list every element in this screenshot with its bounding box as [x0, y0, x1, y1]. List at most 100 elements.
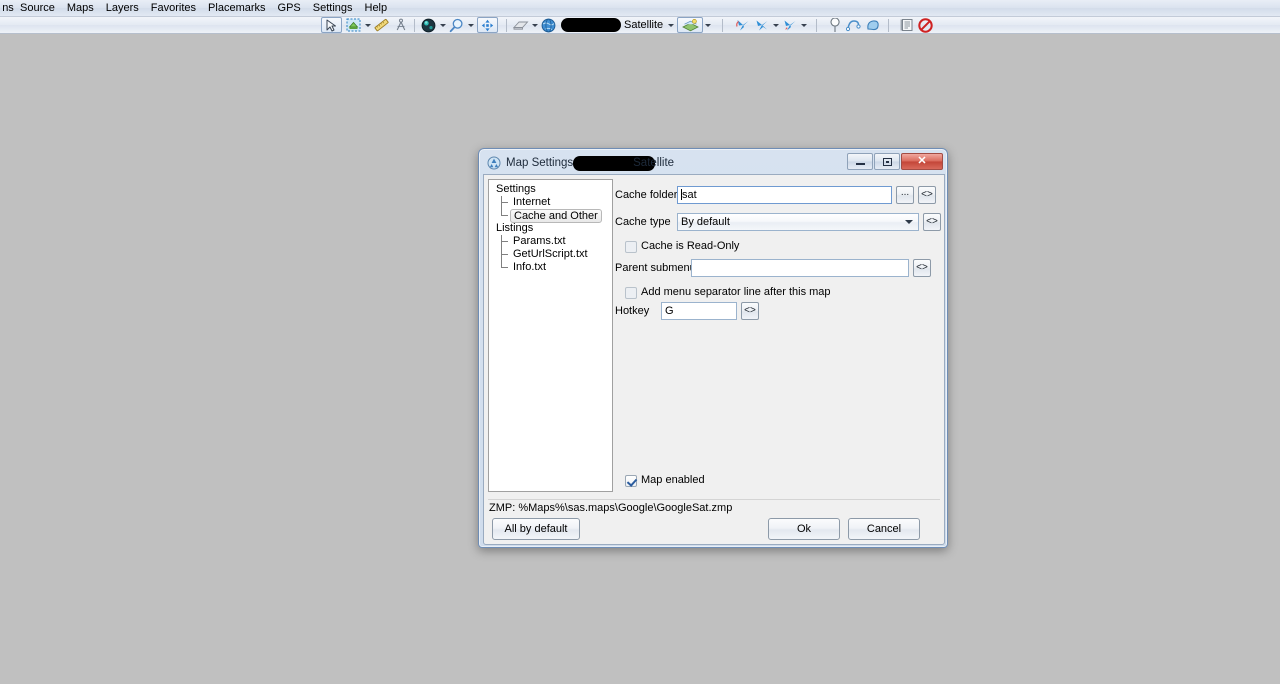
all-by-default-button[interactable]: All by default: [492, 518, 580, 540]
cache-folder-input[interactable]: sat: [677, 186, 892, 204]
map-settings-dialog: Map Settings Satellite ✕ Settings Intern…: [478, 148, 948, 548]
map-dropdown-arrow-icon[interactable]: [666, 17, 675, 33]
path-tool-button[interactable]: [844, 17, 863, 33]
parent-submenu-code-button[interactable]: <>: [913, 259, 931, 277]
menu-item-favorites[interactable]: Favorites: [145, 0, 202, 17]
menu-item-operations[interactable]: Operations: [2, 0, 14, 17]
polygon-shape-icon: [865, 18, 881, 32]
cache-readonly-label: Cache is Read-Only: [641, 240, 740, 252]
tree-node-settings[interactable]: Settings: [492, 183, 612, 196]
globe-view-button[interactable]: [419, 17, 438, 33]
map-enabled-label: Map enabled: [641, 474, 705, 486]
magnifier-icon: [449, 18, 464, 33]
pointer-tool-button[interactable]: [321, 17, 342, 33]
cache-type-select[interactable]: By default: [677, 213, 919, 231]
menu-item-gps[interactable]: GPS: [272, 0, 307, 17]
map-source-button[interactable]: [539, 17, 558, 33]
cancel-operation-button[interactable]: [916, 17, 935, 33]
zoom-dropdown-arrow-icon[interactable]: [466, 17, 475, 33]
map-enabled-row[interactable]: Map enabled: [625, 474, 705, 487]
tree-node-label: Settings: [496, 183, 536, 195]
nav-tool-2-dropdown-arrow-icon[interactable]: [771, 17, 780, 33]
cache-readonly-checkbox[interactable]: [625, 240, 637, 253]
main-toolbar: Satellite: [0, 17, 1280, 34]
pinwheel-red-blue-icon: [735, 18, 751, 32]
globe-dropdown-arrow-icon[interactable]: [438, 17, 447, 33]
tree-node-label: Params.txt: [513, 235, 566, 247]
tree-node-info-txt[interactable]: Info.txt: [492, 261, 612, 274]
tree-node-cache-and-other[interactable]: Cache and Other: [492, 208, 612, 223]
tree-elbow-icon: [500, 248, 511, 261]
settings-tree[interactable]: Settings Internet Cache and Other Listin…: [488, 179, 613, 492]
menu-item-layers[interactable]: Layers: [100, 0, 145, 17]
placemark-tool-button[interactable]: [825, 17, 844, 33]
application-window: Operations Source Maps Layers Favorites …: [0, 0, 1280, 684]
menu-item-settings[interactable]: Settings: [307, 0, 359, 17]
menu-item-help[interactable]: Help: [359, 0, 394, 17]
tree-elbow-icon: [500, 261, 511, 274]
menu-item-maps[interactable]: Maps: [61, 0, 100, 17]
nav-tool-1-button[interactable]: [733, 17, 752, 33]
tree-node-label: GetUrlScript.txt: [513, 248, 588, 260]
selection-dropdown-arrow-icon[interactable]: [363, 17, 372, 33]
cache-folder-code-button[interactable]: <>: [918, 186, 936, 204]
minimize-button[interactable]: [847, 153, 873, 170]
redacted-map-name: [561, 18, 621, 32]
globe-dark-icon: [421, 18, 436, 33]
tree-node-internet[interactable]: Internet: [492, 196, 612, 209]
eraser-icon: [512, 19, 529, 32]
hotkey-input[interactable]: G: [661, 302, 737, 320]
menu-separator-checkbox[interactable]: [625, 286, 637, 299]
tree-elbow-icon: [500, 235, 511, 248]
zoom-tool-button[interactable]: [447, 17, 466, 33]
menu-separator-row[interactable]: Add menu separator line after this map: [625, 286, 831, 299]
map-name-label: Satellite: [624, 18, 664, 31]
eraser-tool-button[interactable]: [511, 17, 530, 33]
dialog-title-bar[interactable]: Map Settings Satellite ✕: [482, 152, 944, 174]
ruler-icon: [374, 18, 389, 32]
pinwheel-blue-2-icon: [782, 18, 798, 32]
polygon-tool-button[interactable]: [863, 17, 882, 33]
cache-type-code-button[interactable]: <>: [923, 213, 941, 231]
dialog-title-suffix: Satellite: [633, 157, 675, 169]
cancel-button[interactable]: Cancel: [848, 518, 920, 540]
selection-tool-button[interactable]: [344, 17, 363, 33]
menu-bar: Operations Source Maps Layers Favorites …: [0, 0, 1280, 17]
zmp-path-status: ZMP: %Maps%\sas.maps\Google\GoogleSat.zm…: [488, 499, 940, 515]
nav-tool-3-dropdown-arrow-icon[interactable]: [799, 17, 808, 33]
cursor-arrow-icon: [326, 19, 337, 32]
parent-submenu-input[interactable]: [691, 259, 909, 277]
tree-node-listings[interactable]: Listings: [492, 222, 612, 235]
list-view-button[interactable]: [897, 17, 916, 33]
cache-readonly-row[interactable]: Cache is Read-Only: [625, 240, 739, 253]
ruler-tool-button[interactable]: [372, 17, 391, 33]
eraser-dropdown-arrow-icon[interactable]: [530, 17, 539, 33]
fit-to-screen-button[interactable]: [477, 17, 498, 33]
layer-select-button[interactable]: [677, 17, 704, 33]
hotkey-value: G: [665, 305, 674, 317]
ok-button[interactable]: Ok: [768, 518, 840, 540]
tree-node-geturlscript-txt[interactable]: GetUrlScript.txt: [492, 248, 612, 261]
menu-separator-label: Add menu separator line after this map: [641, 286, 831, 298]
close-icon: ✕: [917, 155, 927, 167]
close-button[interactable]: ✕: [901, 153, 943, 170]
nav-tool-2-button[interactable]: [752, 17, 771, 33]
no-entry-icon: [918, 17, 933, 33]
maximize-button[interactable]: [874, 153, 900, 170]
menu-item-placemarks[interactable]: Placemarks: [202, 0, 271, 17]
cache-folder-browse-button[interactable]: ...: [896, 186, 914, 204]
dialog-button-bar: All by default Ok Cancel: [488, 518, 940, 540]
settings-form-panel: Cache folder sat ... <> Cache type By de…: [615, 179, 941, 492]
hotkey-label: Hotkey: [615, 305, 650, 317]
path-curve-icon: [845, 18, 862, 32]
layer-dropdown-arrow-icon[interactable]: [703, 17, 712, 33]
nav-tool-3-button[interactable]: [780, 17, 799, 33]
tree-node-params-txt[interactable]: Params.txt: [492, 235, 612, 248]
menu-item-source[interactable]: Source: [14, 0, 61, 17]
tree-node-label: Cache and Other: [510, 208, 602, 223]
list-panel-icon: [900, 18, 914, 32]
tree-node-label: Info.txt: [513, 261, 547, 273]
hotkey-code-button[interactable]: <>: [741, 302, 759, 320]
compass-tool-button[interactable]: [391, 17, 410, 33]
map-enabled-checkbox[interactable]: [625, 474, 637, 487]
